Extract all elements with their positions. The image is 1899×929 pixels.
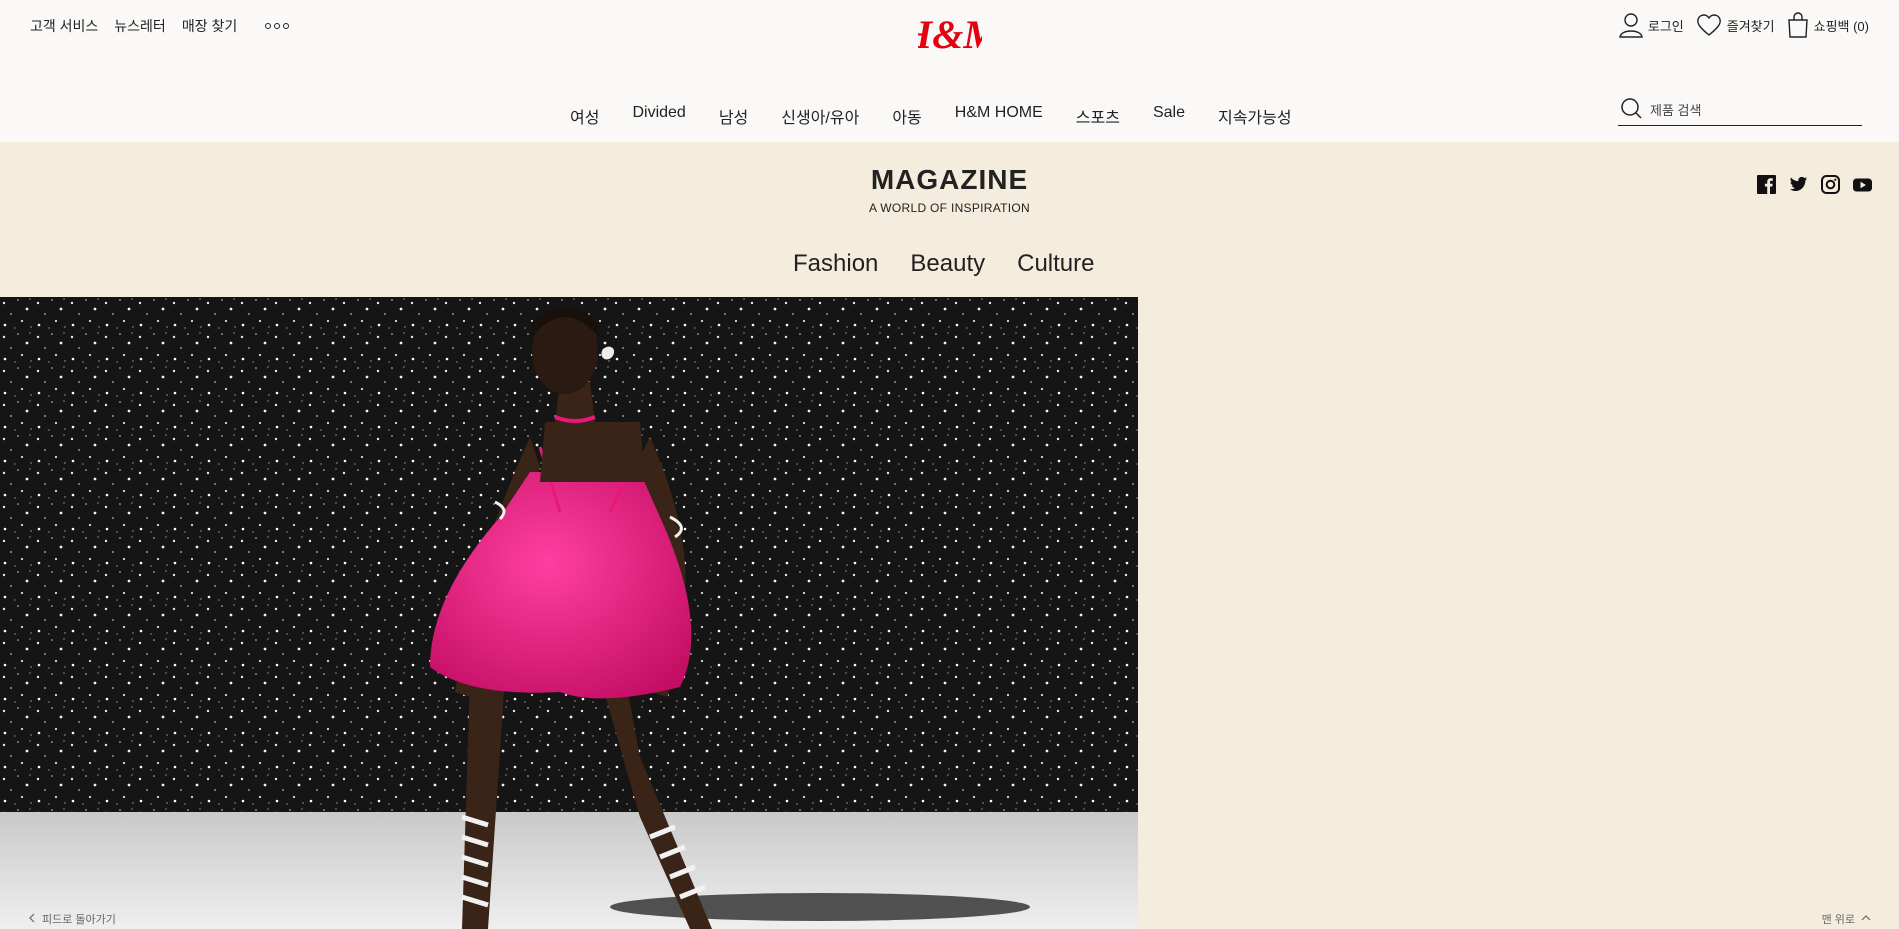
account-links: 로그인 즐겨찾기 쇼핑백 (0) — [1619, 12, 1869, 38]
category-fashion[interactable]: Fashion — [793, 250, 878, 278]
heart-icon — [1696, 13, 1722, 37]
login-label: 로그인 — [1647, 18, 1684, 34]
favorites-link[interactable]: 즐겨찾기 — [1696, 13, 1775, 37]
back-to-feed-label: 피드로 돌아가기 — [42, 914, 116, 926]
back-to-feed-link[interactable]: 피드로 돌아가기 — [28, 911, 116, 927]
nav-hm-home[interactable]: H&M HOME — [955, 104, 1043, 128]
search-input[interactable] — [1650, 103, 1850, 118]
newsletter-link[interactable]: 뉴스레터 — [114, 16, 166, 36]
logo-text: H&M — [918, 12, 982, 57]
chevron-left-icon — [28, 913, 36, 926]
hm-logo[interactable]: H&M — [900, 10, 1000, 60]
utility-links: 고객 서비스 뉴스레터 매장 찾기 — [30, 16, 290, 36]
nav-sport[interactable]: 스포츠 — [1076, 104, 1120, 128]
nav-divided[interactable]: Divided — [632, 104, 685, 128]
facebook-icon[interactable] — [1757, 175, 1776, 194]
store-locator-link[interactable]: 매장 찾기 — [182, 16, 237, 36]
magazine-categories: Fashion Beauty Culture — [793, 250, 1094, 278]
youtube-icon[interactable] — [1853, 175, 1872, 194]
category-beauty[interactable]: Beauty — [910, 250, 985, 278]
favorites-label: 즐겨찾기 — [1726, 18, 1775, 34]
back-to-top-label: 맨 위로 — [1821, 914, 1855, 926]
nav-sustainability[interactable]: 지속가능성 — [1218, 104, 1292, 128]
nav-men[interactable]: 남성 — [719, 104, 748, 128]
magazine-title[interactable]: MAGAZINE — [0, 164, 1899, 196]
more-dots-icon[interactable] — [265, 23, 290, 29]
magazine-subtitle: A WORLD OF INSPIRATION — [868, 201, 1031, 215]
hm-logo-mark: H&M — [900, 12, 1000, 57]
customer-service-link[interactable]: 고객 서비스 — [30, 16, 98, 36]
nav-women[interactable]: 여성 — [570, 104, 599, 128]
cart-label: 쇼핑백 (0) — [1813, 18, 1869, 34]
category-culture[interactable]: Culture — [1017, 250, 1094, 278]
nav-baby[interactable]: 신생아/유아 — [781, 104, 859, 128]
user-icon — [1619, 12, 1643, 38]
back-to-top-link[interactable]: 맨 위로 — [1822, 911, 1871, 927]
cart-link[interactable]: 쇼핑백 (0) — [1787, 12, 1869, 38]
site-header: 고객 서비스 뉴스레터 매장 찾기 H&M 로그인 즐겨찾기 쇼핑백 (0) — [0, 0, 1899, 142]
search-icon[interactable] — [1620, 97, 1642, 124]
search-bar — [1618, 96, 1862, 126]
shopping-bag-icon — [1787, 12, 1809, 38]
twitter-icon[interactable] — [1789, 175, 1808, 194]
instagram-icon[interactable] — [1821, 175, 1840, 194]
hero-photo-illustration — [0, 297, 1138, 929]
chevron-up-icon — [1861, 913, 1871, 925]
social-links — [1757, 175, 1872, 194]
hero-image[interactable] — [0, 297, 1138, 929]
nav-kids[interactable]: 아동 — [892, 104, 921, 128]
login-link[interactable]: 로그인 — [1619, 12, 1684, 38]
nav-sale[interactable]: Sale — [1153, 104, 1185, 128]
